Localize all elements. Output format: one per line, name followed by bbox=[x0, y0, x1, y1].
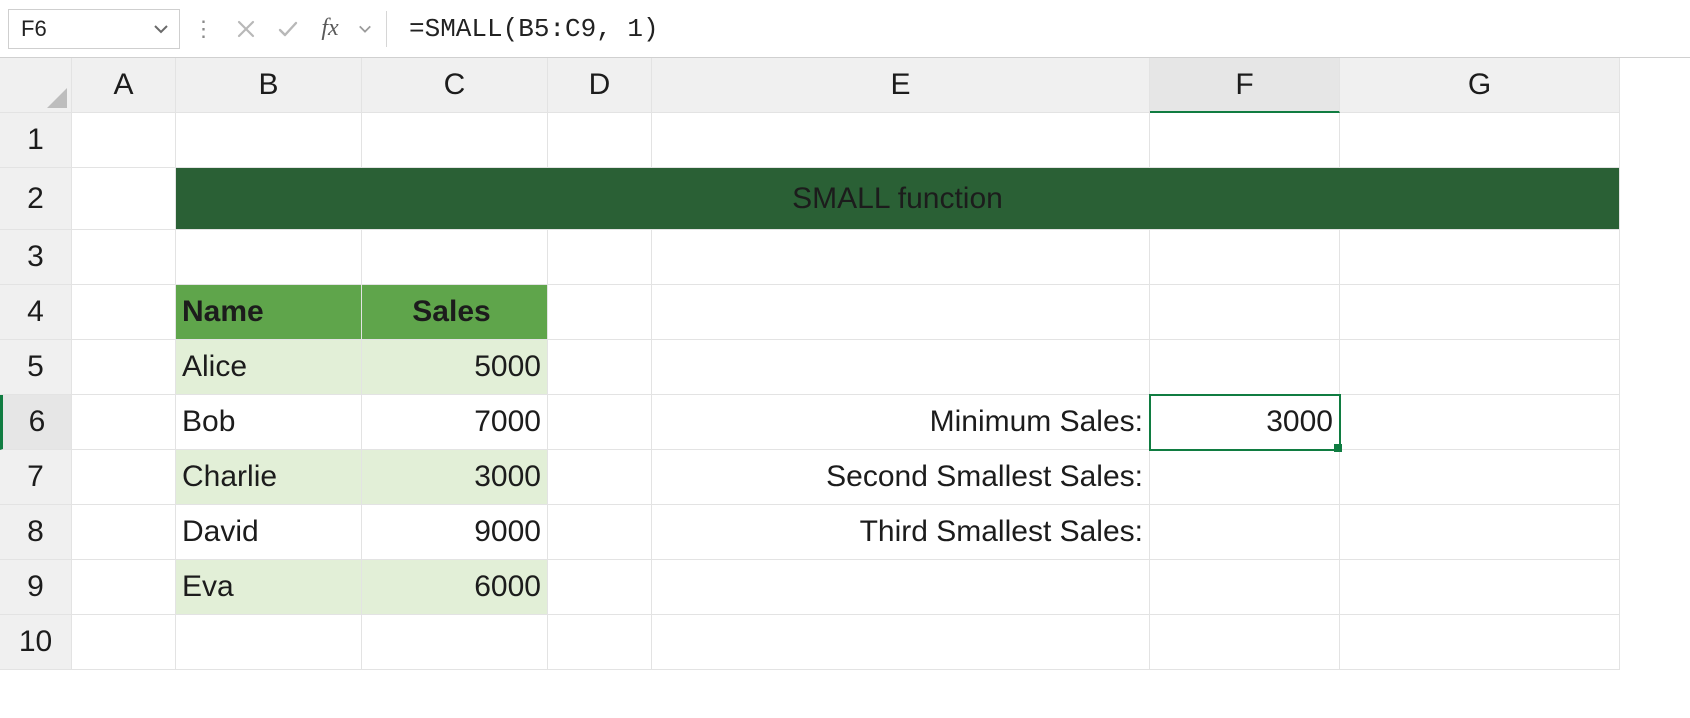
cell-B6[interactable]: Bob bbox=[176, 395, 362, 450]
row-header-6[interactable]: 6 bbox=[0, 395, 72, 450]
cell-E8[interactable]: Third Smallest Sales: bbox=[652, 505, 1150, 560]
cell-G7[interactable] bbox=[1340, 450, 1620, 505]
cell-C9[interactable]: 6000 bbox=[362, 560, 548, 615]
col-header-E[interactable]: E bbox=[652, 58, 1150, 113]
cell-D4[interactable] bbox=[548, 285, 652, 340]
cell-A10[interactable] bbox=[72, 615, 176, 670]
row-header-9[interactable]: 9 bbox=[0, 560, 72, 615]
col-header-F[interactable]: F bbox=[1150, 58, 1340, 113]
row-header-2[interactable]: 2 bbox=[0, 168, 72, 230]
row-header-8[interactable]: 8 bbox=[0, 505, 72, 560]
cell-G8[interactable] bbox=[1340, 505, 1620, 560]
cell-B7[interactable]: Charlie bbox=[176, 450, 362, 505]
title-banner[interactable]: SMALL function bbox=[176, 168, 1620, 230]
cell-F6[interactable]: 3000 bbox=[1150, 395, 1340, 450]
row-header-10[interactable]: 10 bbox=[0, 615, 72, 670]
cell-E10[interactable] bbox=[652, 615, 1150, 670]
cell-G3[interactable] bbox=[1340, 230, 1620, 285]
cell-G9[interactable] bbox=[1340, 560, 1620, 615]
cell-A1[interactable] bbox=[72, 113, 176, 168]
cell-B10[interactable] bbox=[176, 615, 362, 670]
cell-C6[interactable]: 7000 bbox=[362, 395, 548, 450]
cell-A5[interactable] bbox=[72, 340, 176, 395]
cell-B8[interactable]: David bbox=[176, 505, 362, 560]
table-header-name[interactable]: Name bbox=[176, 285, 362, 340]
cell-B5[interactable]: Alice bbox=[176, 340, 362, 395]
spreadsheet-grid[interactable]: A B C D E F G 1 2 SMALL function 3 4 Nam… bbox=[0, 58, 1690, 670]
select-all-corner[interactable] bbox=[0, 58, 72, 113]
cell-F5[interactable] bbox=[1150, 340, 1340, 395]
accept-icon[interactable] bbox=[270, 11, 306, 47]
row-header-5[interactable]: 5 bbox=[0, 340, 72, 395]
cell-F7[interactable] bbox=[1150, 450, 1340, 505]
cell-D8[interactable] bbox=[548, 505, 652, 560]
formula-input[interactable] bbox=[397, 9, 1682, 49]
row-header-3[interactable]: 3 bbox=[0, 230, 72, 285]
cell-A6[interactable] bbox=[72, 395, 176, 450]
col-header-B[interactable]: B bbox=[176, 58, 362, 113]
row-header-4[interactable]: 4 bbox=[0, 285, 72, 340]
cell-A2[interactable] bbox=[72, 168, 176, 230]
cell-A3[interactable] bbox=[72, 230, 176, 285]
cell-E1[interactable] bbox=[652, 113, 1150, 168]
cell-D6[interactable] bbox=[548, 395, 652, 450]
table-header-sales[interactable]: Sales bbox=[362, 285, 548, 340]
cell-E3[interactable] bbox=[652, 230, 1150, 285]
cell-F1[interactable] bbox=[1150, 113, 1340, 168]
cell-B3[interactable] bbox=[176, 230, 362, 285]
col-header-A[interactable]: A bbox=[72, 58, 176, 113]
cell-A8[interactable] bbox=[72, 505, 176, 560]
cell-A4[interactable] bbox=[72, 285, 176, 340]
cell-A7[interactable] bbox=[72, 450, 176, 505]
fx-icon[interactable]: fx bbox=[312, 11, 348, 47]
cell-E7[interactable]: Second Smallest Sales: bbox=[652, 450, 1150, 505]
chevron-down-icon[interactable] bbox=[354, 11, 376, 47]
cell-D10[interactable] bbox=[548, 615, 652, 670]
cell-F9[interactable] bbox=[1150, 560, 1340, 615]
cell-D1[interactable] bbox=[548, 113, 652, 168]
cell-G6[interactable] bbox=[1340, 395, 1620, 450]
cell-E5[interactable] bbox=[652, 340, 1150, 395]
cell-F4[interactable] bbox=[1150, 285, 1340, 340]
row-header-1[interactable]: 1 bbox=[0, 113, 72, 168]
cell-G1[interactable] bbox=[1340, 113, 1620, 168]
more-icon[interactable]: ⋮ bbox=[186, 11, 222, 47]
cell-E6[interactable]: Minimum Sales: bbox=[652, 395, 1150, 450]
col-header-G[interactable]: G bbox=[1340, 58, 1620, 113]
cell-B9[interactable]: Eva bbox=[176, 560, 362, 615]
cell-E4[interactable] bbox=[652, 285, 1150, 340]
cell-D5[interactable] bbox=[548, 340, 652, 395]
cell-C8[interactable]: 9000 bbox=[362, 505, 548, 560]
cell-D7[interactable] bbox=[548, 450, 652, 505]
formula-bar: F6 ⋮ fx bbox=[0, 0, 1690, 58]
cell-G4[interactable] bbox=[1340, 285, 1620, 340]
name-box-value: F6 bbox=[21, 16, 47, 42]
cell-C5[interactable]: 5000 bbox=[362, 340, 548, 395]
row-header-7[interactable]: 7 bbox=[0, 450, 72, 505]
cell-D9[interactable] bbox=[548, 560, 652, 615]
cancel-icon[interactable] bbox=[228, 11, 264, 47]
cell-D3[interactable] bbox=[548, 230, 652, 285]
cell-G10[interactable] bbox=[1340, 615, 1620, 670]
name-box[interactable]: F6 bbox=[8, 9, 180, 49]
cell-C1[interactable] bbox=[362, 113, 548, 168]
cell-F3[interactable] bbox=[1150, 230, 1340, 285]
cell-B1[interactable] bbox=[176, 113, 362, 168]
cell-A9[interactable] bbox=[72, 560, 176, 615]
cell-F8[interactable] bbox=[1150, 505, 1340, 560]
col-header-C[interactable]: C bbox=[362, 58, 548, 113]
cell-G5[interactable] bbox=[1340, 340, 1620, 395]
cell-C3[interactable] bbox=[362, 230, 548, 285]
col-header-D[interactable]: D bbox=[548, 58, 652, 113]
chevron-down-icon[interactable] bbox=[153, 21, 169, 37]
cell-F10[interactable] bbox=[1150, 615, 1340, 670]
cell-E9[interactable] bbox=[652, 560, 1150, 615]
cell-C10[interactable] bbox=[362, 615, 548, 670]
cell-C7[interactable]: 3000 bbox=[362, 450, 548, 505]
divider bbox=[386, 11, 387, 47]
